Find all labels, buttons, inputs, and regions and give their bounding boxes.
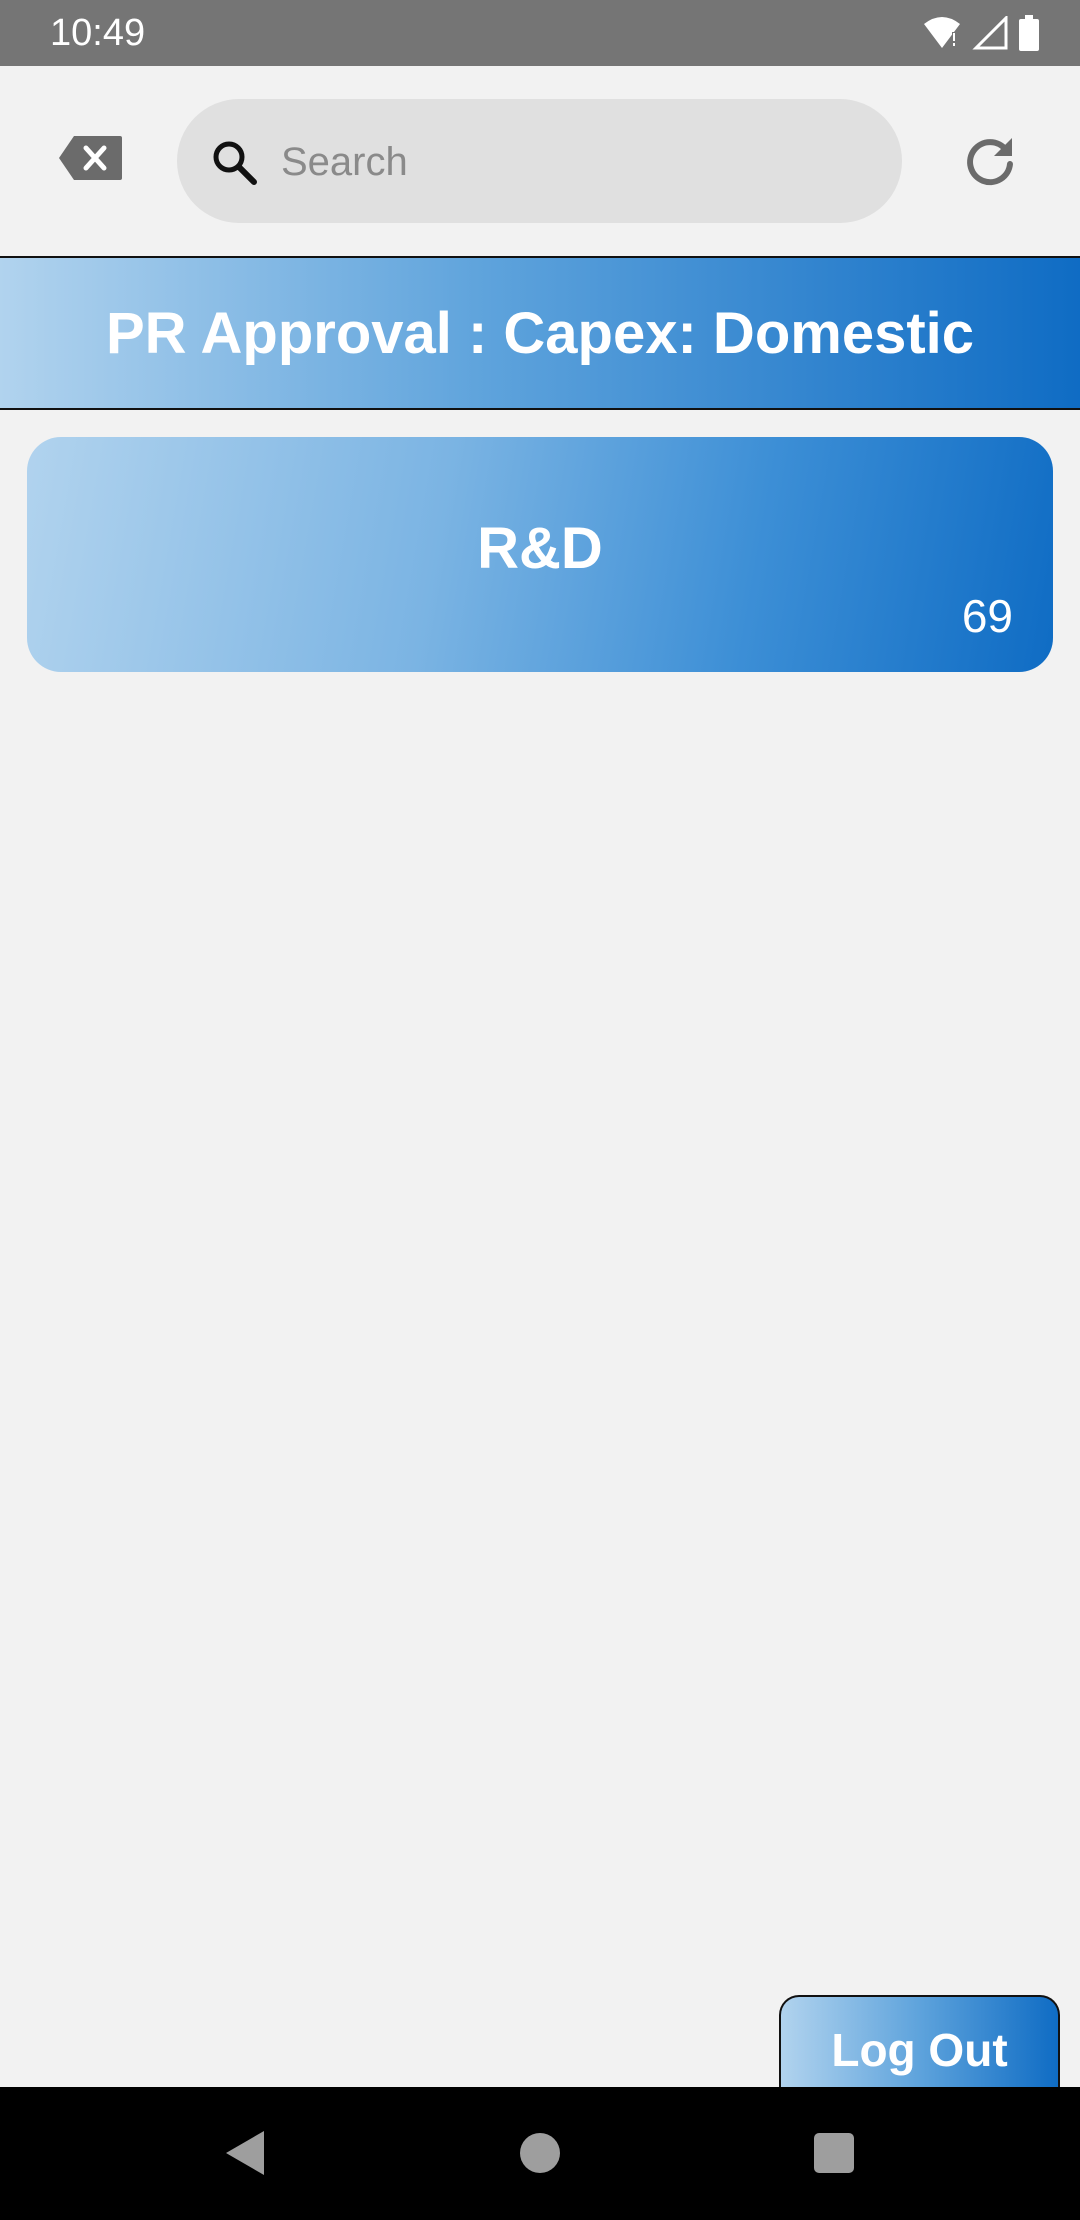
page-title: PR Approval : Capex: Domestic: [105, 300, 975, 366]
system-nav-bar: [0, 2087, 1080, 2220]
status-icons: [922, 14, 1040, 52]
backspace-clear-icon: [59, 136, 122, 180]
back-icon[interactable]: [222, 2129, 266, 2177]
logout-button[interactable]: Log Out: [779, 1995, 1060, 2102]
status-time: 10:49: [50, 12, 146, 54]
clear-button[interactable]: [56, 130, 126, 186]
search-input[interactable]: [279, 121, 873, 203]
status-bar: 10:49: [0, 0, 1080, 66]
signal-icon: [972, 16, 1008, 50]
list-item[interactable]: R&D 69: [27, 437, 1053, 672]
refresh-icon[interactable]: [960, 132, 1020, 192]
search-icon: [213, 141, 257, 185]
list-item-count: 69: [961, 590, 1013, 642]
page-header: PR Approval : Capex: Domestic: [0, 256, 1080, 410]
list-item-name: R&D: [477, 516, 603, 581]
wifi-icon: [924, 17, 960, 48]
battery-icon: [1019, 15, 1039, 51]
search-bar[interactable]: [177, 99, 902, 223]
home-icon[interactable]: [520, 2133, 560, 2173]
recent-apps-icon[interactable]: [814, 2133, 854, 2173]
toolbar: [0, 66, 1080, 256]
